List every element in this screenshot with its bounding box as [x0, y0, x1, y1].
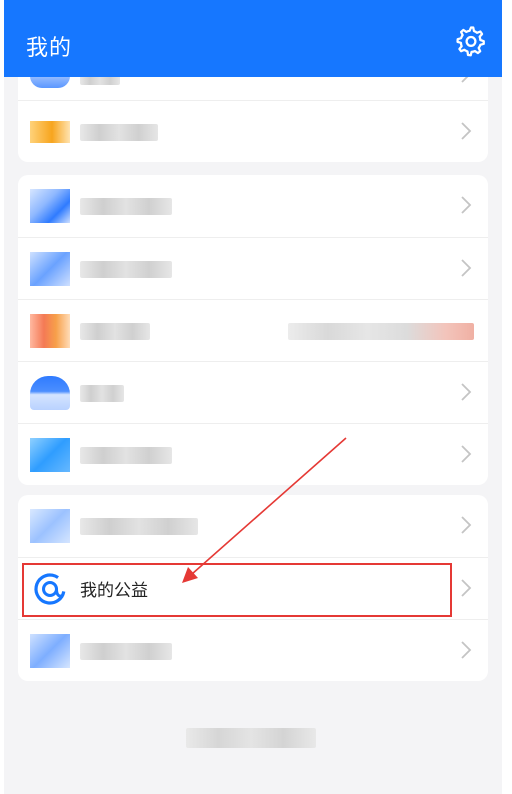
list-item[interactable] — [18, 175, 488, 237]
app-header: 我的 — [4, 0, 502, 77]
chevron-right-icon — [461, 445, 472, 463]
chevron-right-icon — [461, 122, 472, 140]
blurred-icon — [30, 121, 70, 143]
list-item[interactable] — [18, 495, 488, 557]
list-item[interactable] — [18, 423, 488, 485]
blurred-icon — [30, 189, 70, 223]
blurred-icon — [30, 314, 70, 348]
chevron-right-icon — [461, 516, 472, 534]
page-title: 我的 — [26, 36, 73, 61]
list-item[interactable] — [18, 619, 488, 681]
list-item-label: 我的公益 — [80, 581, 148, 601]
phone-screen: 我的 我的公益 — [4, 0, 502, 794]
blurred-icon — [30, 438, 70, 472]
blurred-label — [80, 261, 172, 278]
list-item[interactable] — [18, 237, 488, 299]
blurred-label — [80, 198, 172, 215]
blurred-label — [80, 518, 198, 535]
chevron-right-icon — [461, 579, 472, 597]
blurred-label — [80, 643, 172, 660]
list-item-my-charity[interactable]: 我的公益 — [18, 557, 488, 619]
blurred-icon — [30, 376, 70, 410]
chevron-right-icon — [461, 259, 472, 277]
charity-icon — [34, 573, 66, 605]
list-item[interactable] — [18, 361, 488, 423]
chevron-right-icon — [461, 641, 472, 659]
card-group-2 — [18, 175, 488, 485]
blurred-icon — [30, 509, 70, 543]
blurred-label — [80, 447, 172, 464]
blurred-label — [80, 124, 158, 141]
gear-icon[interactable] — [454, 24, 488, 58]
list-item[interactable] — [18, 100, 488, 162]
list-item[interactable] — [18, 299, 488, 361]
blurred-footer-text — [186, 728, 316, 748]
chevron-right-icon — [461, 196, 472, 214]
blurred-label — [80, 323, 150, 340]
blurred-icon — [30, 634, 70, 668]
chevron-right-icon — [461, 383, 472, 401]
card-group-3: 我的公益 — [18, 495, 488, 681]
blurred-label — [80, 385, 124, 402]
blurred-value — [288, 323, 474, 340]
blurred-icon — [30, 252, 70, 286]
